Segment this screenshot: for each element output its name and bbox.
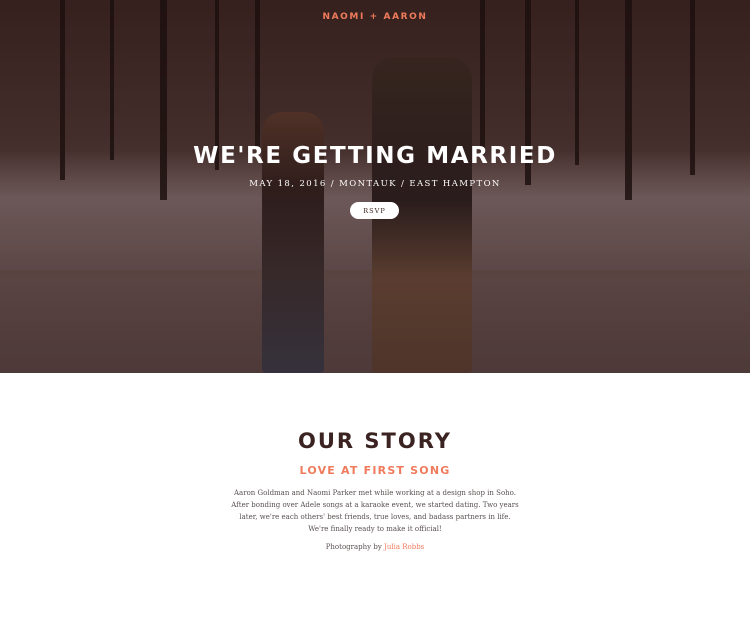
- story-body-line: We're finally ready to make it official!: [308, 525, 442, 533]
- story-subtitle: LOVE AT FIRST SONG: [299, 464, 451, 477]
- rsvp-button[interactable]: RSVP: [350, 202, 399, 219]
- hero-section: NAOMI + AARON WE'RE GETTING MARRIED MAY …: [0, 0, 750, 373]
- site-brand[interactable]: NAOMI + AARON: [0, 12, 750, 22]
- story-body-line: Aaron Goldman and Naomi Parker met while…: [234, 489, 516, 497]
- story-title: OUR STORY: [298, 429, 452, 453]
- photographer-link[interactable]: Julia Robbs: [384, 543, 424, 551]
- our-story-section: OUR STORY LOVE AT FIRST SONG Aaron Goldm…: [0, 373, 750, 625]
- photo-credit-prefix: Photography by: [325, 543, 382, 551]
- hero-subtitle: MAY 18, 2016 / MONTAUK / EAST HAMPTON: [249, 179, 501, 189]
- story-body-line: After bonding over Adele songs at a kara…: [231, 501, 519, 509]
- story-body: Aaron Goldman and Naomi Parker met while…: [225, 487, 525, 535]
- story-body-line: later, we're each others' best friends, …: [239, 513, 511, 521]
- hero-title: WE'RE GETTING MARRIED: [193, 143, 557, 169]
- photo-credit: Photography by Julia Robbs: [0, 543, 750, 551]
